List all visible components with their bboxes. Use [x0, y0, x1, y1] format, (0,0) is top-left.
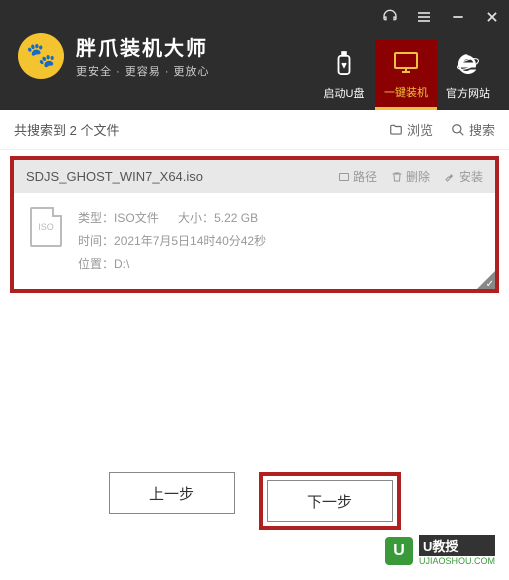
iso-file-icon: ISO — [30, 207, 62, 247]
path-icon — [338, 171, 350, 183]
watermark: U U教授 UJIAOSHOU.COM — [385, 535, 495, 566]
app-title: 胖爪装机大师 — [76, 32, 210, 61]
usb-icon — [333, 49, 355, 79]
next-button[interactable]: 下一步 — [267, 480, 393, 522]
tab-official-site[interactable]: 官方网站 — [437, 40, 499, 110]
trash-icon — [391, 171, 403, 183]
toolbar: 共搜索到 2 个文件 浏览 搜索 — [0, 110, 509, 150]
tab-one-click-install[interactable]: 一键装机 — [375, 40, 437, 110]
delete-button[interactable]: 删除 — [391, 168, 430, 185]
footer-buttons: 上一步 下一步 — [0, 472, 509, 530]
watermark-icon: U — [385, 537, 413, 565]
file-card[interactable]: SDJS_GHOST_WIN7_X64.iso 路径 删除 安装 ISO 类型：… — [10, 156, 499, 293]
path-button[interactable]: 路径 — [338, 168, 377, 185]
watermark-url: UJIAOSHOU.COM — [419, 556, 495, 566]
logo-icon: 🐾 — [18, 33, 64, 79]
nav-tabs: 启动U盘 一键装机 官方网站 — [313, 40, 499, 110]
prev-button[interactable]: 上一步 — [109, 472, 235, 514]
install-button[interactable]: 安装 — [444, 168, 483, 185]
tab-label: 启动U盘 — [324, 85, 365, 101]
monitor-icon — [393, 48, 419, 78]
file-card-header: SDJS_GHOST_WIN7_X64.iso 路径 删除 安装 — [14, 160, 495, 193]
check-icon: ✓ — [486, 279, 494, 290]
logo-text: 胖爪装机大师 更安全 · 更容易 · 更放心 — [76, 32, 210, 79]
logo-section: 🐾 胖爪装机大师 更安全 · 更容易 · 更放心 — [18, 32, 210, 79]
tab-usb-boot[interactable]: 启动U盘 — [313, 40, 375, 110]
search-icon — [451, 123, 465, 137]
watermark-brand: U教授 — [419, 535, 495, 556]
search-button[interactable]: 搜索 — [451, 120, 495, 139]
app-subtitle: 更安全 · 更容易 · 更放心 — [76, 63, 210, 79]
file-name: SDJS_GHOST_WIN7_X64.iso — [26, 169, 203, 184]
browse-button[interactable]: 浏览 — [389, 120, 433, 139]
close-icon[interactable] — [483, 8, 501, 26]
tab-label: 官方网站 — [446, 85, 490, 101]
tab-label: 一键装机 — [384, 84, 428, 100]
file-card-body: ISO 类型：ISO文件 大小：5.22 GB 时间：2021年7月5日14时4… — [14, 193, 495, 289]
file-info: 类型：ISO文件 大小：5.22 GB 时间：2021年7月5日14时40分42… — [78, 207, 479, 275]
ie-icon — [456, 49, 480, 79]
folder-icon — [389, 123, 403, 137]
app-header: 🐾 胖爪装机大师 更安全 · 更容易 · 更放心 启动U盘 一键装机 官方网站 — [0, 0, 509, 110]
minimize-icon[interactable] — [449, 8, 467, 26]
search-result-text: 共搜索到 2 个文件 — [14, 120, 119, 139]
window-controls — [381, 8, 501, 26]
headset-icon[interactable] — [381, 8, 399, 26]
wrench-icon — [444, 171, 456, 183]
menu-icon[interactable] — [415, 8, 433, 26]
